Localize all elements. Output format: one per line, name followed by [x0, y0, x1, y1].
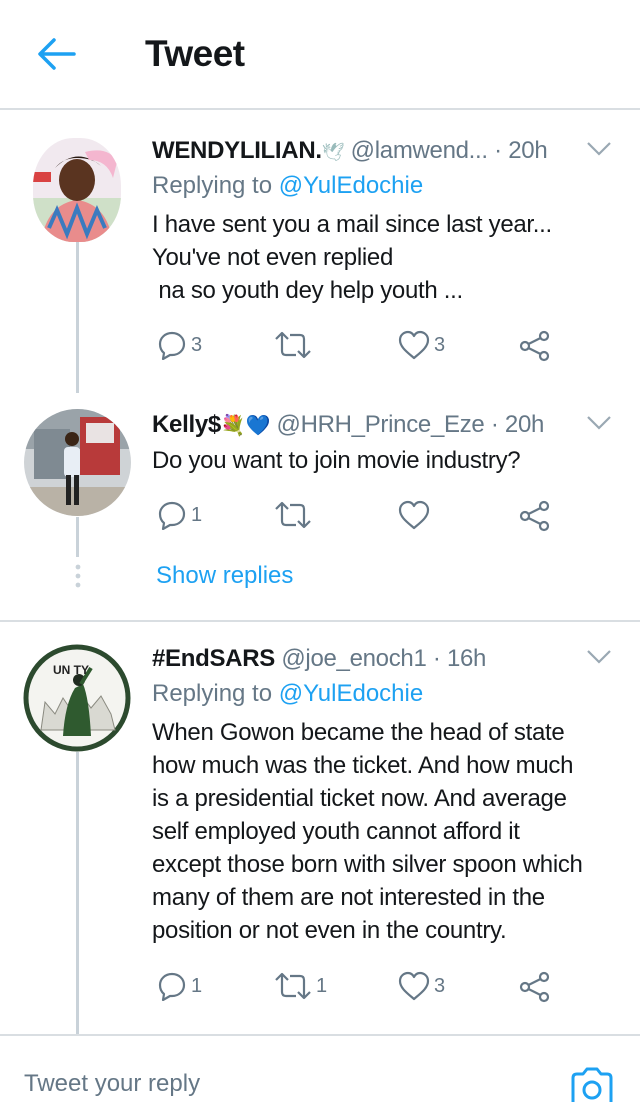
thread-line: [76, 752, 79, 1034]
thread-line: [76, 517, 79, 557]
chevron-down-icon[interactable]: [586, 141, 612, 157]
replying-to-label: Replying to: [152, 680, 273, 707]
avatar-lettering: UN TY: [53, 663, 89, 677]
like-action[interactable]: [398, 498, 434, 532]
retweet-icon: [275, 331, 311, 359]
reply-icon: [158, 331, 186, 360]
share-action[interactable]: [519, 970, 551, 1004]
camera-icon[interactable]: [570, 1066, 614, 1102]
author-line: #EndSARS @joe_enoch1 · 16h: [152, 645, 486, 673]
replying-to: Replying to @YulEdochie: [152, 680, 423, 708]
like-action[interactable]: 3: [398, 328, 445, 362]
name-emoji: 🕊: [321, 142, 345, 162]
back-arrow-icon[interactable]: [36, 36, 76, 72]
timestamp: · 20h: [494, 137, 548, 164]
author-handle[interactable]: @lamwend...: [351, 137, 488, 164]
author-name[interactable]: WENDYLILIAN.: [152, 137, 322, 164]
avatar[interactable]: [24, 409, 131, 516]
like-count: 3: [434, 333, 446, 356]
retweet-count: 1: [316, 974, 328, 997]
avatar[interactable]: UN TY: [23, 644, 131, 752]
top-bar: Tweet: [0, 0, 640, 110]
reply-count: 1: [191, 974, 203, 997]
author-line: WENDYLILIAN.🕊 @lamwend... · 20h: [152, 137, 548, 165]
like-icon: [398, 500, 430, 530]
share-icon: [519, 971, 550, 1003]
author-handle[interactable]: @HRH_Prince_Eze: [277, 411, 485, 438]
author-line: Kelly$💐💙 @HRH_Prince_Eze · 20h: [152, 411, 544, 439]
page-title: Tweet: [145, 33, 245, 74]
like-icon: [398, 971, 430, 1001]
share-icon: [519, 500, 550, 532]
tweet-text: Do you want to join movie industry?: [152, 447, 521, 474]
tweet-text: When Gowon became the head of state how …: [152, 719, 583, 944]
retweet-action[interactable]: [274, 328, 316, 362]
reply-action[interactable]: 1: [157, 498, 202, 532]
retweet-action[interactable]: 1: [274, 969, 327, 1003]
share-action[interactable]: [519, 499, 551, 533]
replying-to: Replying to @YulEdochie: [152, 172, 423, 200]
author-name[interactable]: #EndSARS: [152, 645, 275, 672]
reply-count: 3: [191, 333, 203, 356]
timestamp: · 20h: [490, 411, 545, 438]
thread-dots-icon: [75, 564, 81, 588]
reply-tweet[interactable]: Kelly$💐💙 @HRH_Prince_Eze · 20h Do you wa…: [0, 393, 640, 620]
reply-action[interactable]: 3: [157, 328, 202, 362]
reply-action[interactable]: 1: [157, 969, 202, 1003]
author-name[interactable]: Kelly$: [152, 411, 221, 438]
reply-count: 1: [191, 503, 203, 526]
retweet-action[interactable]: [274, 498, 316, 532]
like-count: 3: [434, 974, 446, 997]
like-icon: [398, 330, 430, 360]
retweet-icon: [275, 501, 311, 529]
chevron-down-icon[interactable]: [586, 649, 612, 665]
reply-icon: [158, 501, 186, 530]
reply-composer: Tweet your reply: [0, 1034, 640, 1102]
reply-icon: [158, 972, 186, 1001]
share-icon: [519, 330, 550, 362]
timestamp: · 16h: [432, 645, 487, 672]
reply-tweet[interactable]: UN TY #EndSARS @joe_enoch1 · 16h Replyin…: [0, 622, 640, 1034]
name-emoji: 💐💙: [220, 415, 271, 437]
chevron-down-icon[interactable]: [586, 415, 612, 431]
thread-line: [76, 242, 79, 393]
replying-to-handle[interactable]: @YulEdochie: [279, 680, 423, 707]
replying-to-label: Replying to: [152, 172, 273, 199]
reply-tweet[interactable]: WENDYLILIAN.🕊 @lamwend... · 20h Replying…: [0, 110, 640, 393]
show-replies-link[interactable]: Show replies: [156, 562, 293, 590]
retweet-icon: [275, 972, 311, 1000]
share-action[interactable]: [519, 329, 551, 363]
author-handle[interactable]: @joe_enoch1: [281, 645, 426, 672]
like-action[interactable]: 3: [398, 969, 445, 1003]
replying-to-handle[interactable]: @YulEdochie: [279, 172, 423, 199]
tweet-text: I have sent you a mail since last year..…: [152, 211, 552, 304]
avatar[interactable]: [33, 138, 121, 242]
